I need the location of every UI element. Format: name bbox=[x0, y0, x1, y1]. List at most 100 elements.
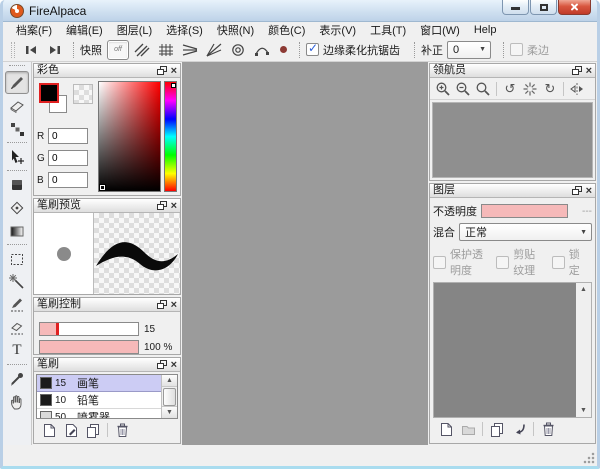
brush-preview-header[interactable]: 笔刷预览 × bbox=[34, 199, 180, 213]
rotate-right-button[interactable]: ↻ bbox=[540, 80, 560, 98]
correction-dropdown[interactable]: 0 ▼ bbox=[447, 41, 491, 59]
protect-alpha-checkbox[interactable] bbox=[433, 256, 446, 269]
navigator-preview[interactable] bbox=[432, 102, 593, 178]
menu-layer[interactable]: 图层(L) bbox=[110, 21, 159, 39]
gradient-tool[interactable] bbox=[5, 219, 29, 242]
layer-list-area[interactable] bbox=[434, 283, 576, 417]
hand-tool[interactable] bbox=[5, 390, 29, 413]
saturation-value-picker[interactable] bbox=[98, 81, 161, 192]
close-panel-icon[interactable]: × bbox=[586, 66, 592, 76]
close-panel-icon[interactable]: × bbox=[171, 360, 177, 370]
bucket-tool[interactable] bbox=[5, 196, 29, 219]
scroll-up-icon[interactable]: ▲ bbox=[576, 283, 591, 296]
add-layer-button[interactable] bbox=[435, 420, 457, 439]
layers-header[interactable]: 图层 × bbox=[430, 184, 595, 198]
titlebar[interactable]: FireAlpaca bbox=[3, 0, 597, 22]
brush-list-item[interactable]: 50 喷雾器 bbox=[37, 409, 161, 418]
navigator-header[interactable]: 领航员 × bbox=[430, 64, 595, 78]
blue-channel-input[interactable] bbox=[48, 172, 88, 188]
close-panel-icon[interactable]: × bbox=[171, 201, 177, 211]
reset-rotation-button[interactable] bbox=[520, 80, 540, 98]
brush-panel-header[interactable]: 笔刷 × bbox=[34, 358, 180, 372]
green-channel-input[interactable] bbox=[48, 150, 88, 166]
eraser-tool[interactable] bbox=[5, 94, 29, 117]
delete-layer-button[interactable] bbox=[537, 420, 559, 439]
resize-grip[interactable] bbox=[583, 452, 595, 464]
layer-opacity-slider[interactable] bbox=[481, 204, 568, 218]
zoom-reset-button[interactable] bbox=[473, 80, 493, 98]
select-pen-tool[interactable] bbox=[5, 293, 29, 316]
rotate-left-button[interactable]: ↺ bbox=[500, 80, 520, 98]
flip-horizontal-button[interactable] bbox=[567, 80, 587, 98]
select-eraser-tool[interactable] bbox=[5, 316, 29, 339]
snap-indicator-dot[interactable] bbox=[280, 46, 287, 53]
menu-help[interactable]: Help bbox=[467, 23, 504, 37]
move-tool[interactable] bbox=[5, 145, 29, 168]
edit-brush-button[interactable] bbox=[60, 421, 82, 440]
menu-snapshot[interactable]: 快照(N) bbox=[210, 21, 261, 39]
hue-slider[interactable] bbox=[164, 81, 177, 192]
snap-parallel-button[interactable] bbox=[131, 40, 153, 60]
scrollbar-thumb[interactable] bbox=[163, 388, 176, 406]
float-panel-icon[interactable] bbox=[157, 201, 168, 211]
magic-wand-tool[interactable] bbox=[5, 270, 29, 293]
scroll-down-icon[interactable]: ▼ bbox=[576, 404, 591, 417]
transparent-color-swatch[interactable] bbox=[73, 84, 93, 104]
dot-tool[interactable] bbox=[5, 117, 29, 140]
minimize-button[interactable] bbox=[502, 0, 529, 15]
brush-list-item[interactable]: 15 画笔 bbox=[37, 375, 161, 392]
eyedropper-tool[interactable] bbox=[5, 367, 29, 390]
zoom-in-button[interactable] bbox=[433, 80, 453, 98]
brush-list-scrollbar[interactable]: ▲ ▼ bbox=[161, 375, 177, 418]
snap-off-button[interactable]: off bbox=[107, 40, 129, 60]
text-tool[interactable]: T bbox=[5, 339, 29, 362]
blend-mode-dropdown[interactable]: 正常 ▼ bbox=[459, 223, 592, 241]
antialias-checkbox[interactable]: ✓ bbox=[306, 43, 319, 56]
snap-radial-button[interactable] bbox=[203, 40, 225, 60]
float-panel-icon[interactable] bbox=[572, 186, 583, 196]
menu-edit[interactable]: 编辑(E) bbox=[59, 21, 110, 39]
brush-size-slider[interactable] bbox=[39, 322, 139, 336]
menu-window[interactable]: 窗口(W) bbox=[413, 21, 467, 39]
maximize-button[interactable] bbox=[530, 0, 557, 15]
menu-file[interactable]: 档案(F) bbox=[9, 21, 59, 39]
close-panel-icon[interactable]: × bbox=[586, 186, 592, 196]
brush-tool[interactable] bbox=[5, 71, 29, 94]
brush-control-header[interactable]: 笔刷控制 × bbox=[34, 298, 180, 312]
copy-layer-button[interactable] bbox=[486, 420, 508, 439]
color-panel-header[interactable]: 彩色 × bbox=[34, 64, 180, 78]
layer-list[interactable]: ▲ ▼ bbox=[433, 282, 592, 418]
fill-tool[interactable] bbox=[5, 173, 29, 196]
palette-grip[interactable] bbox=[9, 65, 25, 68]
copy-brush-button[interactable] bbox=[82, 421, 104, 440]
menu-select[interactable]: 选择(S) bbox=[159, 21, 210, 39]
snap-circle-button[interactable] bbox=[227, 40, 249, 60]
scroll-up-icon[interactable]: ▲ bbox=[162, 375, 177, 387]
toolbar-grip[interactable] bbox=[11, 42, 15, 58]
float-panel-icon[interactable] bbox=[157, 360, 168, 370]
undo-button[interactable] bbox=[19, 40, 43, 60]
lock-checkbox[interactable] bbox=[552, 256, 565, 269]
canvas[interactable] bbox=[182, 62, 428, 445]
delete-brush-button[interactable] bbox=[111, 421, 133, 440]
snap-grid-button[interactable] bbox=[155, 40, 177, 60]
merge-down-button[interactable] bbox=[508, 420, 530, 439]
zoom-out-button[interactable] bbox=[453, 80, 473, 98]
menu-tools[interactable]: 工具(T) bbox=[363, 21, 413, 39]
menu-color[interactable]: 颜色(C) bbox=[261, 21, 312, 39]
snap-curve-button[interactable] bbox=[251, 40, 273, 60]
float-panel-icon[interactable] bbox=[157, 300, 168, 310]
add-folder-button[interactable] bbox=[457, 420, 479, 439]
brush-opacity-slider[interactable] bbox=[39, 340, 139, 354]
add-brush-button[interactable] bbox=[38, 421, 60, 440]
close-button[interactable] bbox=[558, 0, 591, 15]
soft-edge-checkbox[interactable] bbox=[510, 43, 523, 56]
foreground-color-swatch[interactable] bbox=[39, 83, 59, 103]
close-panel-icon[interactable]: × bbox=[171, 300, 177, 310]
red-channel-input[interactable] bbox=[48, 128, 88, 144]
float-panel-icon[interactable] bbox=[157, 66, 168, 76]
scroll-down-icon[interactable]: ▼ bbox=[162, 406, 177, 418]
layer-list-scrollbar[interactable]: ▲ ▼ bbox=[576, 283, 591, 417]
menu-view[interactable]: 表示(V) bbox=[312, 21, 363, 39]
soft-edge-option[interactable]: 柔边 bbox=[510, 42, 557, 58]
